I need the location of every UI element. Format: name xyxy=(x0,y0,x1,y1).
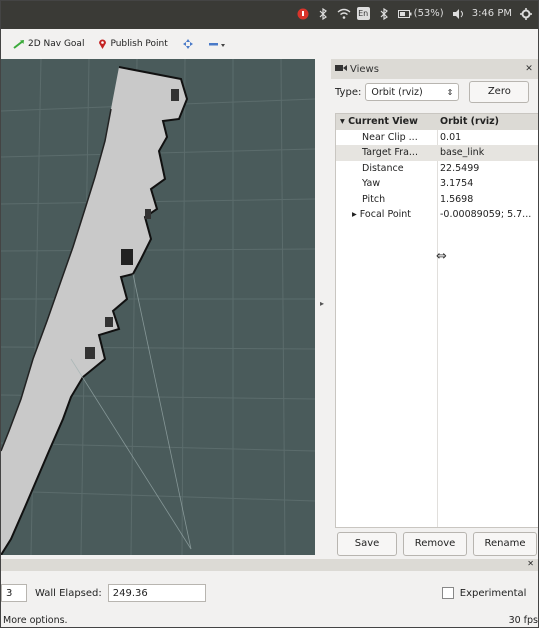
battery-percent: (53%) xyxy=(413,8,444,19)
update-icon[interactable] xyxy=(297,8,309,20)
property-row-focal-point[interactable]: ▸ Focal Point -0.00089059; 5.7... xyxy=(336,207,538,223)
experimental-label: Experimental xyxy=(459,587,527,599)
experimental-option[interactable]: Experimental xyxy=(441,587,527,599)
move-cross-icon xyxy=(182,39,193,49)
battery-icon xyxy=(397,9,412,18)
remove-button[interactable]: Remove xyxy=(403,532,467,556)
property-value[interactable]: 3.1754 xyxy=(434,178,536,189)
bluetooth-status-icon[interactable] xyxy=(378,7,390,20)
property-value[interactable]: 1.5698 xyxy=(434,194,536,205)
keyboard-layout-indicator[interactable]: En xyxy=(356,7,370,20)
property-key: Near Clip ... xyxy=(362,131,418,143)
views-panel-title: Views xyxy=(350,63,379,75)
fps-readout: 30 fps xyxy=(508,614,538,626)
map-render xyxy=(1,59,315,555)
save-button[interactable]: Save xyxy=(337,532,397,556)
volume-icon[interactable] xyxy=(452,8,464,20)
camera-icon xyxy=(335,64,347,75)
expand-arrow-icon[interactable]: ▾ xyxy=(340,116,348,127)
property-key: Distance xyxy=(362,162,404,174)
property-row-near-clip[interactable]: Near Clip ... 0.01 xyxy=(336,130,538,146)
rviz-toolbar: 2D Nav Goal Publish Point xyxy=(1,29,538,60)
view-type-select[interactable]: Orbit (rviz) ⇕ xyxy=(365,83,460,101)
bluetooth-icon[interactable] xyxy=(317,7,329,20)
tool-move-camera[interactable] xyxy=(182,38,194,50)
property-row-pitch[interactable]: Pitch 1.5698 xyxy=(336,192,538,208)
tool-label: Publish Point xyxy=(110,39,168,49)
property-key: Pitch xyxy=(362,193,386,205)
tool-label: 2D Nav Goal xyxy=(28,39,85,49)
green-arrow-icon xyxy=(13,40,24,49)
experimental-checkbox[interactable] xyxy=(441,587,454,599)
view-type-value: Orbit (rviz) xyxy=(371,86,423,98)
property-row-distance[interactable]: Distance 22.5499 xyxy=(336,161,538,177)
view-properties-tree[interactable]: ▾ Current View Orbit (rviz) Near Clip ..… xyxy=(335,113,538,528)
close-icon[interactable]: ✕ xyxy=(524,64,534,74)
time-panel: 3 Wall Elapsed: 249.36 Experimental xyxy=(1,575,538,611)
property-value[interactable]: base_link xyxy=(434,147,536,158)
property-key: ▸ Focal Point xyxy=(352,209,412,221)
property-value: Orbit (rviz) xyxy=(440,116,500,128)
zero-button[interactable]: Zero xyxy=(469,81,530,103)
close-icon[interactable]: ✕ xyxy=(527,559,534,568)
3d-viewport[interactable] xyxy=(1,59,315,555)
wall-elapsed-label: Wall Elapsed: xyxy=(35,587,102,599)
minus-dropdown-icon xyxy=(208,43,225,47)
view-type-row: Type: Orbit (rviz) ⇕ Zero xyxy=(331,79,538,105)
map-pin-icon xyxy=(99,39,107,49)
tool-publish-point[interactable]: Publish Point xyxy=(98,38,168,50)
status-hint: More options. xyxy=(3,614,68,626)
property-key: ▾ Current View xyxy=(340,116,418,128)
property-row-yaw[interactable]: Yaw 3.1754 xyxy=(336,176,538,192)
battery-indicator[interactable]: (53%) xyxy=(397,8,444,19)
property-key: Yaw xyxy=(362,178,381,190)
wall-elapsed-field[interactable]: 249.36 xyxy=(107,584,206,602)
spin-arrows-icon: ⇕ xyxy=(446,87,454,97)
property-row-target-frame[interactable]: Target Fra... base_link xyxy=(336,145,538,161)
property-value[interactable]: -0.00089059; 5.7... xyxy=(434,209,536,220)
system-tray: En (53%) 3:46 PM xyxy=(297,7,532,20)
property-key: Target Fra... xyxy=(362,147,418,159)
tool-2d-nav-goal[interactable]: 2D Nav Goal xyxy=(13,39,84,49)
rename-button[interactable]: Rename xyxy=(473,532,537,556)
views-panel: Views ✕ Type: Orbit (rviz) ⇕ Zero ▾ Curr… xyxy=(331,59,538,556)
type-label: Type: xyxy=(335,86,362,98)
current-view-row[interactable]: ▾ Current View Orbit (rviz) xyxy=(336,114,538,130)
collapse-arrow-icon[interactable]: ▸ xyxy=(320,299,324,308)
views-button-row: Save Remove Rename xyxy=(337,532,537,556)
views-panel-titlebar: Views ✕ xyxy=(331,59,538,79)
tool-add-dropdown[interactable] xyxy=(208,39,226,49)
time-panel-titlebar: ✕ xyxy=(1,559,538,571)
panel-splitter[interactable]: ▸ xyxy=(315,59,331,555)
occupancy-map xyxy=(1,66,189,555)
wifi-icon[interactable] xyxy=(337,8,351,20)
resize-horizontal-icon[interactable]: ⇔ xyxy=(436,249,447,264)
expand-right-arrow-icon[interactable]: ▸ xyxy=(352,209,360,220)
clock[interactable]: 3:46 PM xyxy=(472,8,512,19)
settings-gear-icon[interactable] xyxy=(520,7,532,20)
system-top-panel: En (53%) 3:46 PM xyxy=(1,1,538,29)
property-value[interactable]: 22.5499 xyxy=(434,163,536,174)
rviz-window: En (53%) 3:46 PM 2D Nav Goal Publish Poi… xyxy=(0,0,539,628)
property-value[interactable]: 0.01 xyxy=(434,132,536,143)
status-bar: More options. 30 fps xyxy=(1,613,538,627)
ros-elapsed-field[interactable]: 3 xyxy=(1,584,27,602)
